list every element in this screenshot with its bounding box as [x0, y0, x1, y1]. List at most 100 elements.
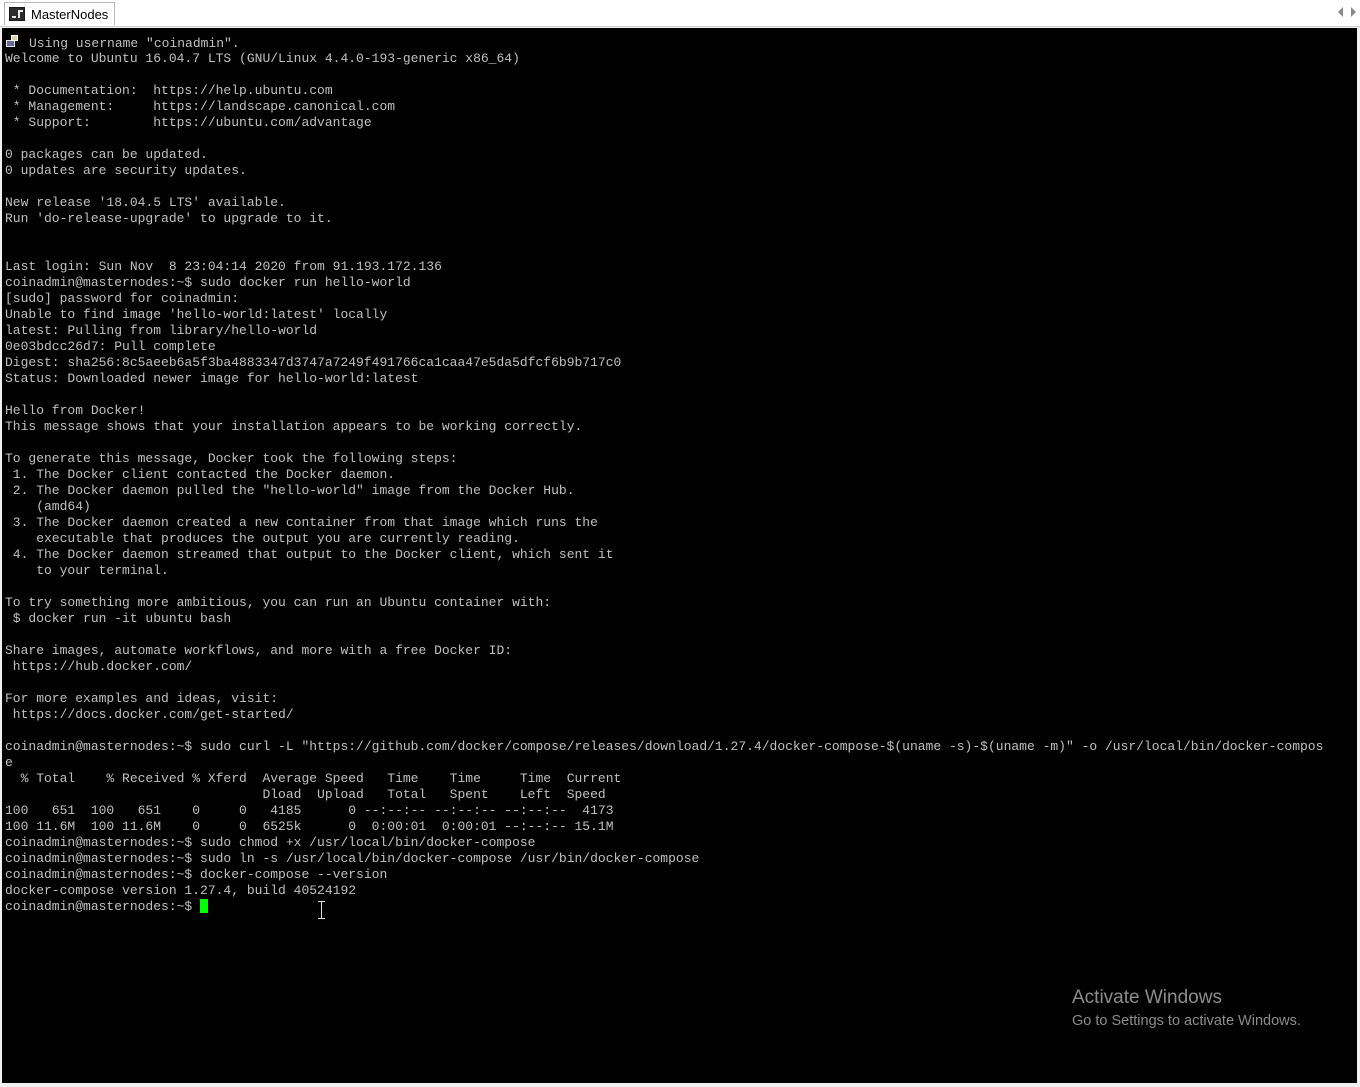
terminal-line: coinadmin@masternodes:~$ sudo ln -s /usr… [5, 851, 1323, 867]
terminal-line: Dload Upload Total Spent Left Speed [5, 787, 1323, 803]
terminal-line-text: 1. The Docker client contacted the Docke… [5, 467, 396, 482]
terminal-line-text: (amd64) [5, 499, 91, 514]
terminal-line: 0 packages can be updated. [5, 147, 1323, 163]
terminal-line-text: Digest: sha256:8c5aeeb6a5f3ba4883347d374… [5, 355, 622, 370]
terminal-line: latest: Pulling from library/hello-world [5, 323, 1323, 339]
terminal-line: coinadmin@masternodes:~$ docker-compose … [5, 867, 1323, 883]
terminal-prompt-line[interactable]: coinadmin@masternodes:~$ [5, 899, 1323, 915]
terminal-line: Welcome to Ubuntu 16.04.7 LTS (GNU/Linux… [5, 51, 1323, 67]
terminal-line: https://docs.docker.com/get-started/ [5, 707, 1323, 723]
terminal-line-text: 4. The Docker daemon streamed that outpu… [5, 547, 614, 562]
terminal-line-text: Using username "coinadmin". [29, 36, 240, 51]
terminal-line: Run 'do-release-upgrade' to upgrade to i… [5, 211, 1323, 227]
terminal-line-text: https://docs.docker.com/get-started/ [5, 707, 294, 722]
terminal-line: * Support: https://ubuntu.com/advantage [5, 115, 1323, 131]
terminal-line: 0e03bdcc26d7: Pull complete [5, 339, 1323, 355]
terminal-line-text: e [5, 755, 13, 770]
terminal-line-text: coinadmin@masternodes:~$ sudo chmod +x /… [5, 835, 536, 850]
text-cursor-ibeam-icon [318, 901, 325, 919]
terminal-line: New release '18.04.5 LTS' available. [5, 195, 1323, 211]
terminal-line-text: coinadmin@masternodes:~$ sudo ln -s /usr… [5, 851, 700, 866]
terminal-line-text: * Management: https://landscape.canonica… [5, 99, 396, 114]
terminal-line: 0 updates are security updates. [5, 163, 1323, 179]
terminal-line-text: [sudo] password for coinadmin: [5, 291, 240, 306]
terminal-line-text: 100 651 100 651 0 0 4185 0 --:--:-- --:-… [5, 803, 614, 818]
terminal-line: coinadmin@masternodes:~$ sudo chmod +x /… [5, 835, 1323, 851]
putty-terminal-icon [9, 7, 25, 21]
terminal-line: $ docker run -it ubuntu bash [5, 611, 1323, 627]
terminal-line: * Documentation: https://help.ubuntu.com [5, 83, 1323, 99]
tab-bar: MasterNodes [0, 0, 1360, 27]
terminal-line: Share images, automate workflows, and mo… [5, 643, 1323, 659]
terminal-line-text: * Support: https://ubuntu.com/advantage [5, 115, 372, 130]
watermark-subtitle: Go to Settings to activate Windows. [1072, 1013, 1301, 1029]
terminal-line: docker-compose version 1.27.4, build 405… [5, 883, 1323, 899]
terminal-line: 2. The Docker daemon pulled the "hello-w… [5, 483, 1323, 499]
tab-scroll-controls [1338, 7, 1356, 17]
terminal-line-text: 0 updates are security updates. [5, 163, 247, 178]
terminal-line-text: Status: Downloaded newer image for hello… [5, 371, 419, 386]
terminal-line: to your terminal. [5, 563, 1323, 579]
terminal-line: Hello from Docker! [5, 403, 1323, 419]
terminal-line-text: Hello from Docker! [5, 403, 146, 418]
terminal-line: 100 11.6M 100 11.6M 0 0 6525k 0 0:00:01 … [5, 819, 1323, 835]
terminal-line-text: 0 packages can be updated. [5, 147, 208, 162]
terminal-line-text: https://hub.docker.com/ [5, 659, 193, 674]
terminal-line: https://hub.docker.com/ [5, 659, 1323, 675]
terminal-screen[interactable]: Using username "coinadmin". Welcome to Ub… [2, 28, 1357, 1083]
terminal-prompt: coinadmin@masternodes:~$ [5, 899, 201, 914]
terminal-line-text: Dload Upload Total Spent Left Speed [5, 787, 606, 802]
terminal-line: This message shows that your installatio… [5, 419, 1323, 435]
terminal-line-text: New release '18.04.5 LTS' available. [5, 195, 286, 210]
putty-key-icon [5, 35, 19, 49]
tab-label: MasterNodes [31, 6, 109, 22]
terminal-line-text: Last login: Sun Nov 8 23:04:14 2020 from… [5, 259, 442, 274]
terminal-line-text: latest: Pulling from library/hello-world [5, 323, 318, 338]
terminal-line-text: For more examples and ideas, visit: [5, 691, 279, 706]
terminal-output: Using username "coinadmin". Welcome to Ub… [5, 35, 1323, 915]
terminal-line: 4. The Docker daemon streamed that outpu… [5, 547, 1323, 563]
terminal-line: e [5, 755, 1323, 771]
terminal-line-text: to your terminal. [5, 563, 169, 578]
terminal-line: 100 651 100 651 0 0 4185 0 --:--:-- --:-… [5, 803, 1323, 819]
terminal-line-text: 0e03bdcc26d7: Pull complete [5, 339, 216, 354]
terminal-line-text: Unable to find image 'hello-world:latest… [5, 307, 388, 322]
terminal-line: Digest: sha256:8c5aeeb6a5f3ba4883347d374… [5, 355, 1323, 371]
terminal-line-text: Run 'do-release-upgrade' to upgrade to i… [5, 211, 333, 226]
terminal-line: Last login: Sun Nov 8 23:04:14 2020 from… [5, 259, 1323, 275]
terminal-line-text: To try something more ambitious, you can… [5, 595, 552, 610]
terminal-line-text: 2. The Docker daemon pulled the "hello-w… [5, 483, 575, 498]
terminal-line: executable that produces the output you … [5, 531, 1323, 547]
terminal-line: Using username "coinadmin". [5, 35, 1323, 51]
terminal-line-text: coinadmin@masternodes:~$ sudo curl -L "h… [5, 739, 1324, 754]
terminal-cursor [200, 899, 209, 913]
terminal-line: [sudo] password for coinadmin: [5, 291, 1323, 307]
terminal-line-text: docker-compose version 1.27.4, build 405… [5, 883, 357, 898]
tab-scroll-right-icon[interactable] [1351, 7, 1356, 17]
terminal-line-text: This message shows that your installatio… [5, 419, 583, 434]
terminal-line: coinadmin@masternodes:~$ sudo docker run… [5, 275, 1323, 291]
terminal-line: To try something more ambitious, you can… [5, 595, 1323, 611]
putty-window: MasterNodes Using username "coinadmin". W… [0, 0, 1360, 1087]
terminal-line: % Total % Received % Xferd Average Speed… [5, 771, 1323, 787]
terminal-line-text: 3. The Docker daemon created a new conta… [5, 515, 598, 530]
terminal-line-text: coinadmin@masternodes:~$ docker-compose … [5, 867, 388, 882]
terminal-line-text: To generate this message, Docker took th… [5, 451, 458, 466]
terminal-line-text: executable that produces the output you … [5, 531, 520, 546]
terminal-line: 1. The Docker client contacted the Docke… [5, 467, 1323, 483]
tab-scroll-left-icon[interactable] [1338, 7, 1343, 17]
activate-windows-watermark: Activate Windows Go to Settings to activ… [1072, 986, 1301, 1031]
terminal-line: To generate this message, Docker took th… [5, 451, 1323, 467]
tab-masternodes[interactable]: MasterNodes [4, 2, 116, 25]
terminal-line: 3. The Docker daemon created a new conta… [5, 515, 1323, 531]
